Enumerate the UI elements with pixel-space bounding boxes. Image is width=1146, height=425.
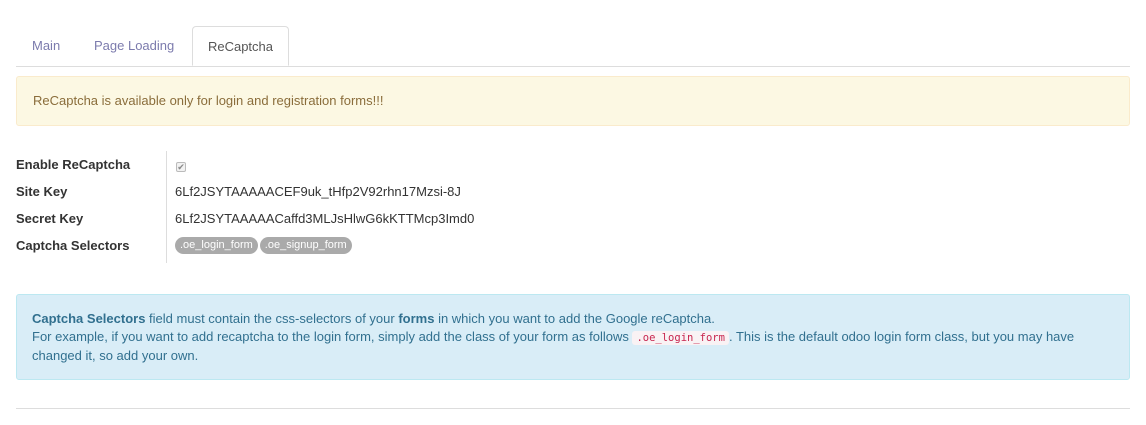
enable-recaptcha-label: Enable ReCaptcha	[16, 157, 131, 172]
form-divider	[166, 151, 167, 263]
tab-page-loading[interactable]: Page Loading	[94, 26, 174, 65]
enable-recaptcha-checkbox[interactable]: ✔	[176, 162, 186, 172]
help-bold-forms: forms	[398, 311, 435, 326]
help-text-3: For example, if you want to add recaptch…	[32, 329, 633, 344]
captcha-selectors-help: Captcha Selectors field must contain the…	[16, 294, 1130, 380]
secret-key-value: 6Lf2JSYTAAAAACaffd3MLJsHlwG6kKTTMcp3Imd0	[175, 211, 475, 226]
captcha-selectors-tags: .oe_login_form .oe_signup_form	[175, 237, 354, 254]
settings-tabs: Main Page Loading ReCaptcha	[16, 26, 1130, 67]
checkmark-icon: ✔	[177, 162, 185, 172]
recaptcha-availability-warning: ReCaptcha is available only for login an…	[16, 76, 1130, 126]
secret-key-label: Secret Key	[16, 211, 84, 226]
help-text-2: in which you want to add the Google reCa…	[434, 311, 715, 326]
help-line-1: Captcha Selectors field must contain the…	[32, 310, 1114, 328]
recaptcha-settings-form: Enable ReCaptcha Site Key Secret Key Cap…	[16, 151, 716, 263]
site-key-value: 6Lf2JSYTAAAAACEF9uk_tHfp2V92rhn17Mzsi-8J	[175, 184, 461, 199]
warning-text: ReCaptcha is available only for login an…	[33, 93, 384, 108]
captcha-selectors-label: Captcha Selectors	[16, 238, 130, 253]
help-bold-selectors: Captcha Selectors	[32, 311, 146, 326]
tab-recaptcha[interactable]: ReCaptcha	[192, 26, 289, 66]
help-code-login-form: .oe_login_form	[632, 331, 729, 345]
selector-tag[interactable]: .oe_login_form	[175, 237, 258, 254]
help-text-1: field must contain the css-selectors of …	[145, 311, 399, 326]
site-key-label: Site Key	[16, 184, 68, 199]
bottom-divider	[16, 408, 1130, 409]
help-line-2: For example, if you want to add recaptch…	[32, 328, 1114, 365]
selector-tag[interactable]: .oe_signup_form	[259, 237, 352, 254]
tab-main[interactable]: Main	[32, 26, 60, 65]
